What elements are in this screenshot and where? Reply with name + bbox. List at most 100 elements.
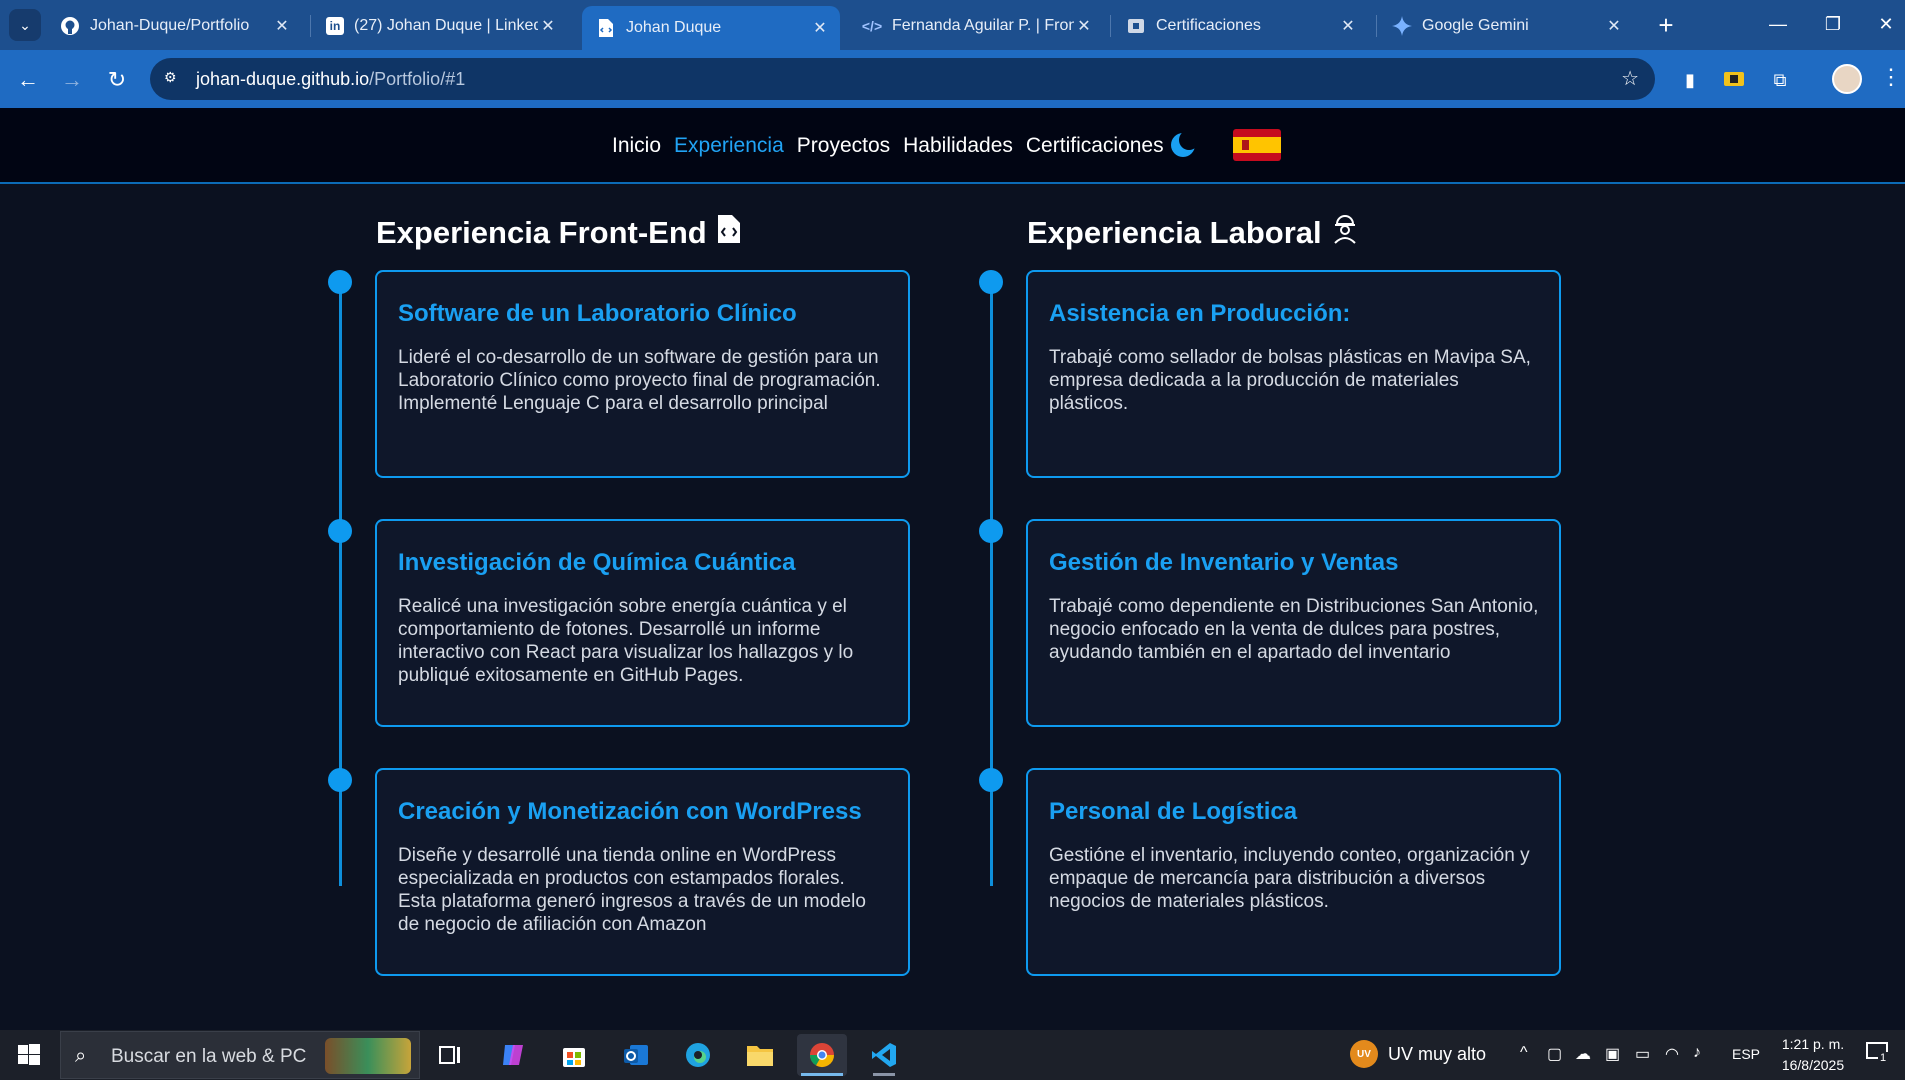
- url-text[interactable]: johan-duque.github.io/Portfolio/#1: [196, 69, 465, 90]
- spain-flag-icon[interactable]: [1233, 129, 1281, 161]
- clock-date: 16/8/2025: [1781, 1057, 1845, 1073]
- tab-separator: [1110, 15, 1111, 37]
- browser-tab[interactable]: Google Gemini ✕: [1378, 8, 1634, 44]
- extension-button[interactable]: [1718, 64, 1750, 96]
- close-icon[interactable]: ✕: [538, 16, 558, 36]
- display-icon[interactable]: ▣: [1605, 1044, 1620, 1064]
- site-settings-icon[interactable]: ⚙: [164, 69, 184, 89]
- timeline-dot: [328, 270, 352, 294]
- section-title-frontend: Experiencia Front-End: [376, 214, 741, 252]
- tab-title: Google Gemini: [1422, 17, 1529, 34]
- nav-link-certificaciones[interactable]: Certificaciones: [1026, 134, 1164, 158]
- minimize-button[interactable]: —: [1758, 8, 1798, 40]
- browser-tab[interactable]: </> Fernanda Aguilar P. | Front-End ✕: [848, 8, 1104, 44]
- document-icon: [1126, 16, 1146, 36]
- card-description: Trabajé como dependiente en Distribucion…: [1049, 596, 1539, 663]
- reload-button[interactable]: ↻: [101, 64, 133, 96]
- bookmark-star-icon[interactable]: ☆: [1621, 66, 1639, 91]
- experience-card: Software de un Laboratorio Clínico Lider…: [375, 270, 910, 478]
- portfolio-page: Inicio Experiencia Proyectos Habilidades…: [0, 108, 1905, 1030]
- restore-icon: ❐: [1824, 13, 1842, 34]
- cloud-icon[interactable]: ☁: [1575, 1044, 1591, 1064]
- worker-icon: [1332, 214, 1358, 252]
- section-title-text: Experiencia Laboral: [1027, 215, 1322, 250]
- close-icon[interactable]: ✕: [1074, 16, 1094, 36]
- windows-start-icon[interactable]: [18, 1044, 40, 1066]
- experience-card: Investigación de Química Cuántica Realic…: [375, 519, 910, 727]
- meet-icon[interactable]: ▢: [1547, 1044, 1562, 1064]
- volume-icon[interactable]: ♪: [1693, 1044, 1701, 1062]
- close-window-button[interactable]: ✕: [1866, 8, 1905, 40]
- card-description: Realicé una investigación sobre energía …: [398, 596, 854, 686]
- microsoft-store-icon[interactable]: [549, 1034, 599, 1076]
- copilot-icon[interactable]: [488, 1034, 538, 1076]
- tab-search-button[interactable]: ⌄: [9, 9, 41, 41]
- browser-toolbar: ← → ↻ ⚙ johan-duque.github.io/Portfolio/…: [0, 50, 1905, 108]
- vscode-icon[interactable]: [859, 1034, 909, 1076]
- wifi-icon[interactable]: ◠: [1665, 1044, 1679, 1064]
- nav-link-inicio[interactable]: Inicio: [612, 134, 661, 158]
- browser-tab[interactable]: in (27) Johan Duque | LinkedIn ✕: [312, 8, 568, 44]
- timeline-dot: [979, 768, 1003, 792]
- timeline-dot: [328, 519, 352, 543]
- nav-link-experiencia[interactable]: Experiencia: [674, 134, 784, 158]
- experience-card: Personal de Logística Gestióne el invent…: [1026, 768, 1561, 976]
- nav-link-habilidades[interactable]: Habilidades: [903, 134, 1013, 158]
- puzzle-icon: ⧉: [1773, 69, 1787, 90]
- tab-title: Fernanda Aguilar P. | Front-End: [892, 17, 1074, 34]
- tab-title: Johan-Duque/Portfolio: [90, 17, 250, 34]
- tab-title: Johan Duque: [626, 19, 722, 36]
- chevron-down-icon: ⌄: [19, 16, 31, 33]
- browser-tab[interactable]: Certificaciones ✕: [1112, 8, 1368, 44]
- extensions-button[interactable]: ⧉: [1764, 64, 1796, 96]
- clock[interactable]: 1:21 p. m. 16/8/2025: [1773, 1034, 1853, 1076]
- close-icon[interactable]: ✕: [1604, 16, 1624, 36]
- arrow-left-icon: ←: [17, 67, 39, 92]
- section-title-text: Experiencia Front-End: [376, 215, 707, 250]
- moon-icon[interactable]: [1170, 130, 1199, 158]
- card-description: Trabajé como sellador de bolsas plástica…: [1049, 347, 1531, 414]
- close-icon[interactable]: ✕: [272, 16, 292, 36]
- new-tab-button[interactable]: +: [1650, 9, 1682, 41]
- close-icon[interactable]: ✕: [1338, 16, 1358, 36]
- code-file-icon: [596, 18, 616, 38]
- card-description: Lideré el co-desarrollo de un software d…: [398, 347, 881, 414]
- card-description: Diseñe y desarrollé una tienda online en…: [398, 845, 866, 935]
- browser-tab[interactable]: Johan-Duque/Portfolio ✕: [46, 8, 302, 44]
- task-view-icon[interactable]: [425, 1034, 475, 1076]
- chrome-icon[interactable]: [797, 1034, 847, 1076]
- close-icon[interactable]: ✕: [810, 18, 830, 38]
- file-explorer-icon[interactable]: [735, 1034, 785, 1076]
- card-title: Gestión de Inventario y Ventas: [1049, 549, 1399, 576]
- profile-avatar[interactable]: [1832, 64, 1862, 94]
- weather-widget[interactable]: UV UV muy alto: [1350, 1040, 1486, 1068]
- language-indicator[interactable]: ESP: [1732, 1046, 1760, 1062]
- address-bar[interactable]: ⚙ johan-duque.github.io/Portfolio/#1 ☆: [150, 58, 1655, 100]
- forward-button[interactable]: →: [56, 64, 88, 96]
- back-button[interactable]: ←: [12, 64, 44, 96]
- uv-badge: UV: [1350, 1040, 1378, 1068]
- taskbar-search[interactable]: ⌕ Buscar en la web & PC: [60, 1031, 420, 1079]
- outlook-icon[interactable]: [611, 1034, 661, 1076]
- search-highlight-icon: [325, 1038, 411, 1074]
- extension-button[interactable]: ▮: [1674, 64, 1706, 96]
- uv-text: UV muy alto: [1388, 1043, 1487, 1064]
- tab-title: Certificaciones: [1156, 17, 1261, 34]
- notification-icon[interactable]: 1: [1866, 1042, 1889, 1068]
- search-placeholder: Buscar en la web & PC: [111, 1046, 307, 1067]
- section-title-laboral: Experiencia Laboral: [1027, 214, 1358, 252]
- menu-icon[interactable]: ⋮: [1880, 64, 1902, 90]
- nav-link-proyectos[interactable]: Proyectos: [797, 134, 890, 158]
- browser-tab-strip: ⌄ Johan-Duque/Portfolio ✕ in (27) Johan …: [0, 0, 1905, 50]
- timeline-line: [990, 282, 993, 886]
- edge-icon[interactable]: [673, 1034, 723, 1076]
- arrow-right-icon: →: [61, 67, 83, 92]
- battery-icon[interactable]: ▭: [1635, 1044, 1650, 1064]
- restore-button[interactable]: ❐: [1813, 8, 1853, 40]
- plus-icon: +: [1658, 9, 1674, 40]
- browser-tab-active[interactable]: Johan Duque ✕: [582, 6, 840, 50]
- gemini-icon: [1392, 16, 1412, 36]
- chevron-up-icon[interactable]: ^: [1520, 1044, 1528, 1062]
- nav-links: Inicio Experiencia Proyectos Habilidades…: [612, 134, 1164, 158]
- minimize-icon: —: [1769, 13, 1787, 34]
